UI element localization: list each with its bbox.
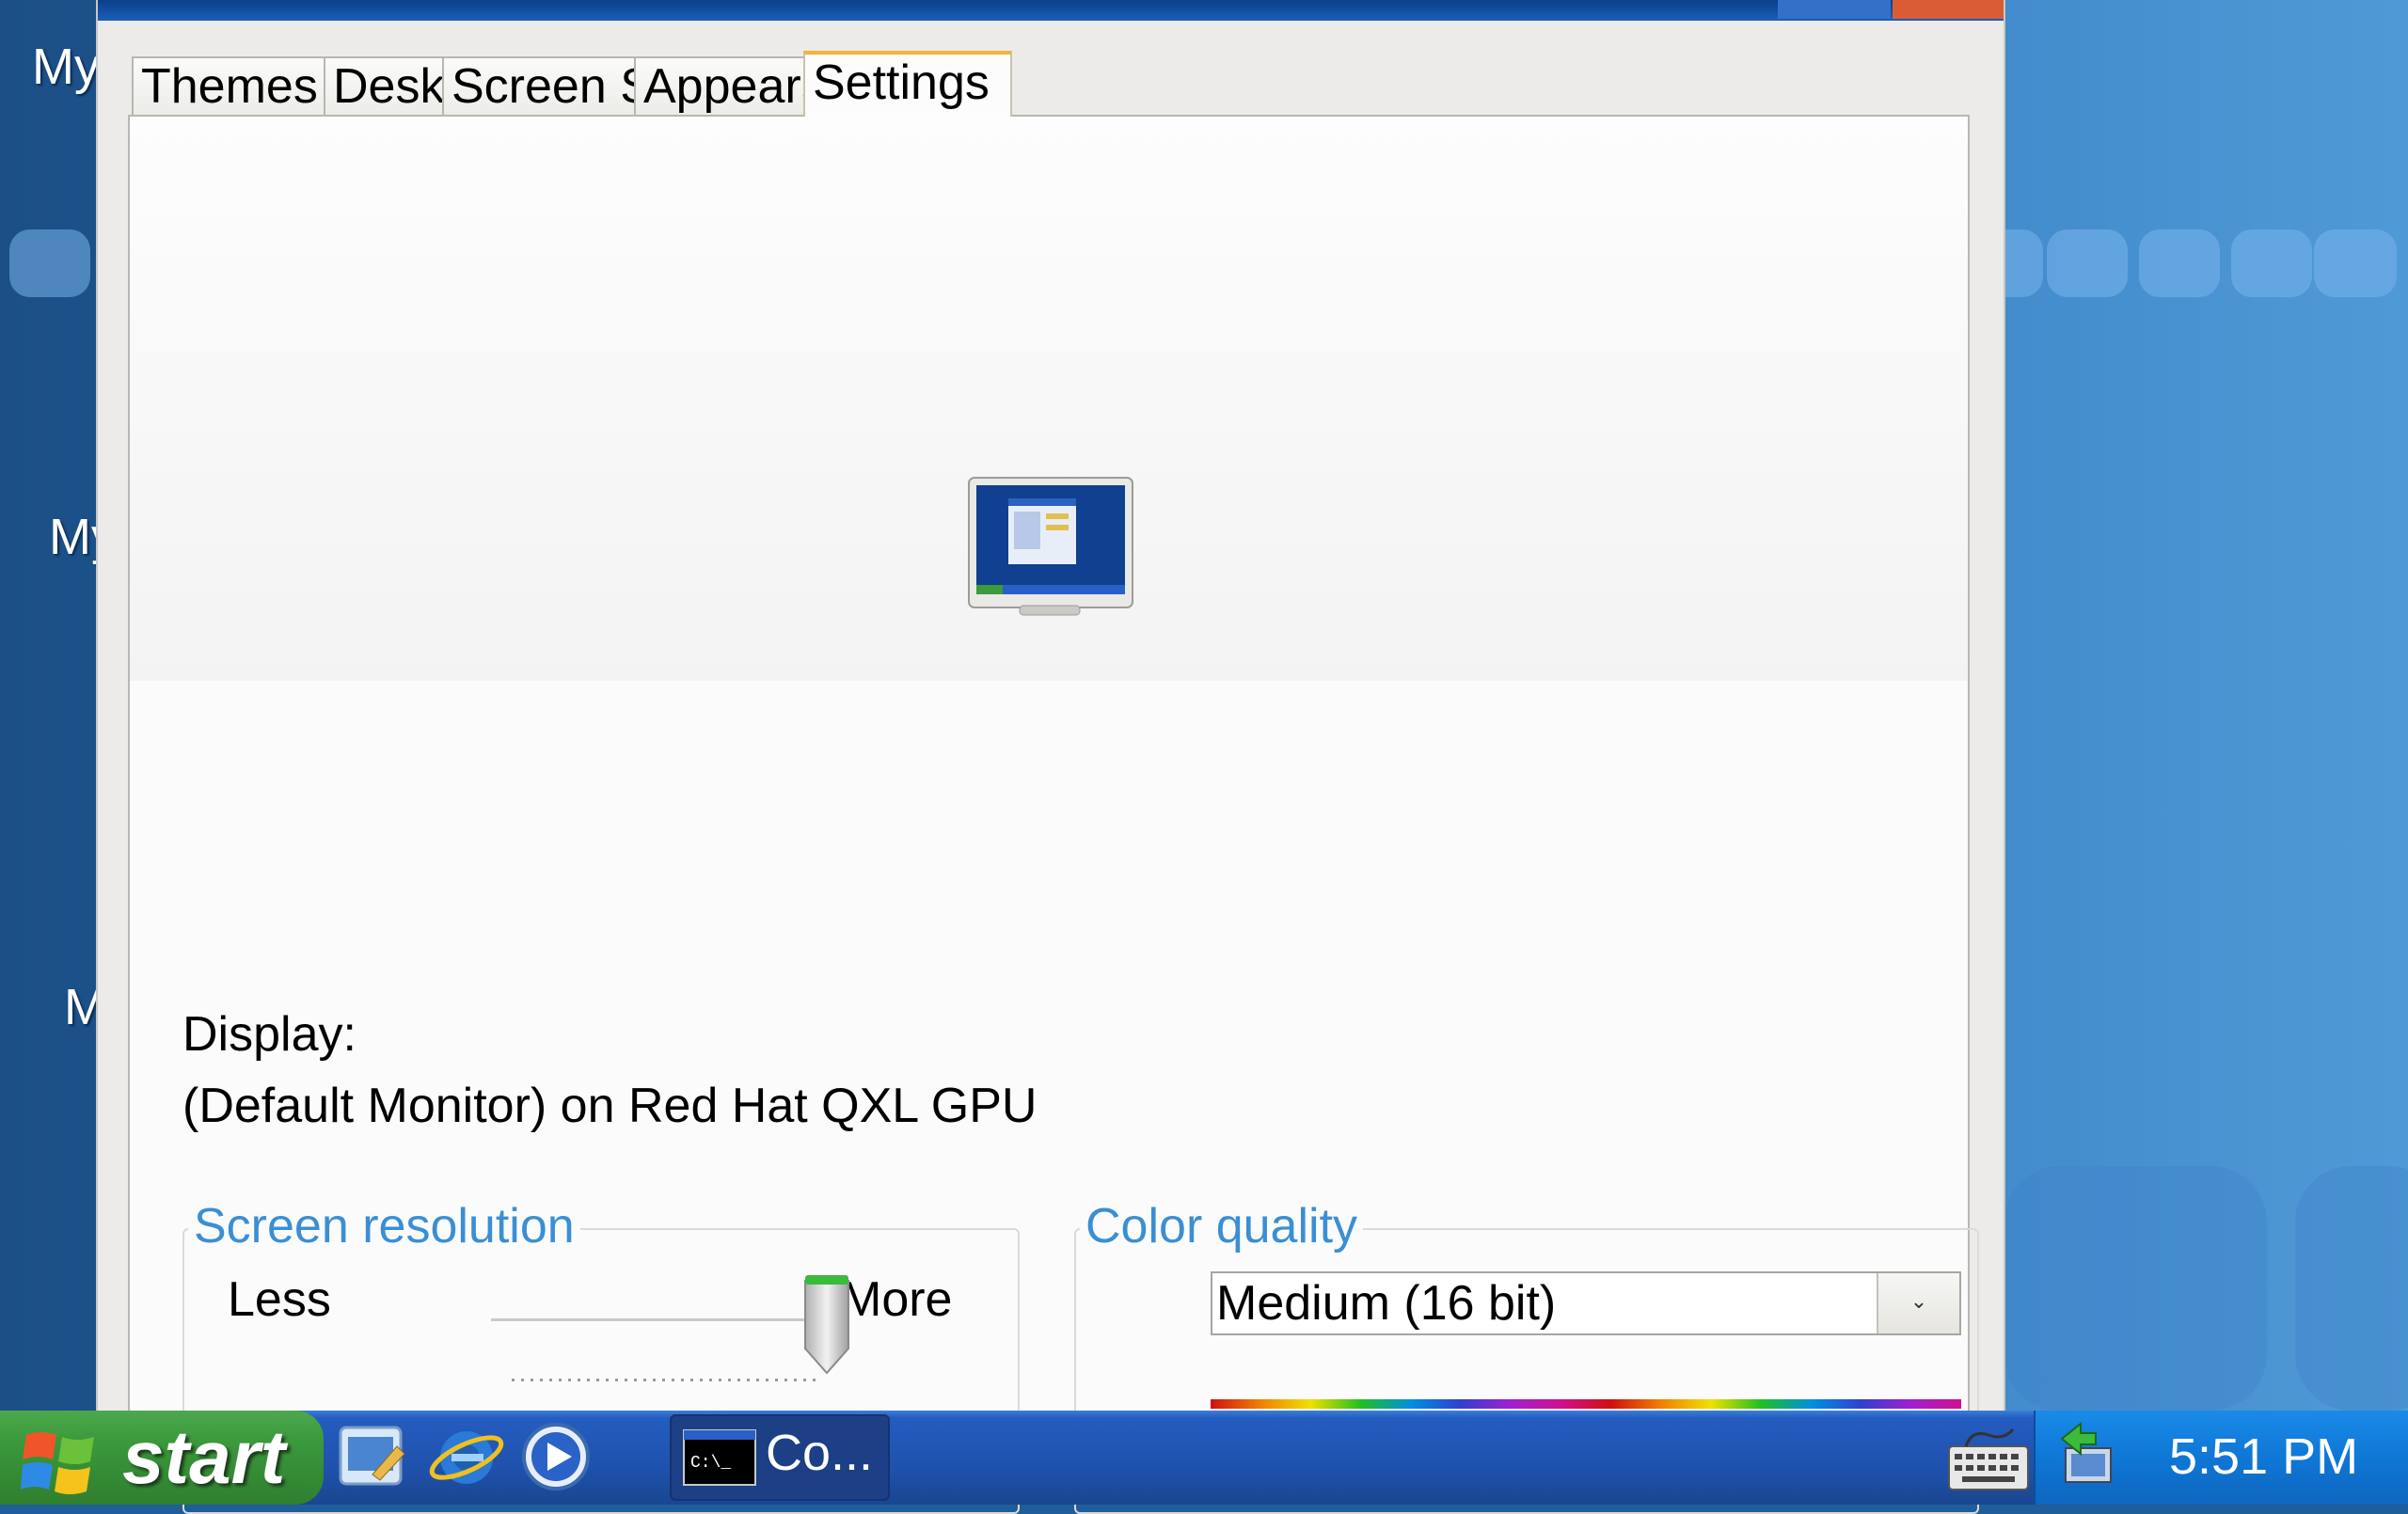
display-label: Display:: [182, 1007, 356, 1062]
desktop-decor: [2047, 229, 2128, 297]
network-icon[interactable]: [2052, 1420, 2122, 1495]
start-label: start: [122, 1415, 286, 1499]
color-quality-title: Color quality: [1080, 1198, 1364, 1254]
screen-resolution-title: Screen resolution: [188, 1198, 580, 1254]
tab-screen-saver[interactable]: Screen Saver: [442, 56, 748, 115]
desktop-decor: [2004, 1166, 2267, 1411]
desktop-decor: [2139, 229, 2220, 297]
keyboard-icon[interactable]: [1947, 1426, 2030, 1491]
desktop-icon-label[interactable]: My: [32, 38, 100, 96]
display-value: (Default Monitor) on Red Hat QXL GPU: [182, 1079, 1038, 1133]
resolution-slider-track[interactable]: [491, 1318, 811, 1321]
clock[interactable]: 5:51 PM: [2169, 1427, 2358, 1486]
svg-text:C:\_: C:\_: [690, 1454, 731, 1473]
chevron-down-icon[interactable]: ⌄: [1877, 1273, 1959, 1333]
start-button[interactable]: start: [0, 1411, 324, 1505]
settings-panel: Display: (Default Monitor) on Red Hat QX…: [128, 115, 1979, 1514]
internet-explorer-icon[interactable]: [427, 1418, 504, 1495]
tab-settings[interactable]: Settings: [803, 51, 1012, 117]
task-button-label: Co...: [766, 1425, 874, 1481]
tab-themes[interactable]: Themes: [132, 56, 325, 115]
desktop-decor: [2314, 229, 2397, 297]
window-titlebar[interactable]: [98, 0, 2004, 21]
media-player-icon[interactable]: [517, 1418, 594, 1495]
resolution-more-label: More: [841, 1272, 953, 1327]
windows-logo-icon: [21, 1432, 94, 1494]
color-quality-select[interactable]: Medium (16 bit) ⌄: [1211, 1271, 1961, 1335]
taskbar: start C:\_ Co... 5:51 PM: [0, 1411, 2408, 1505]
color-quality-value: Medium (16 bit): [1216, 1276, 1557, 1331]
maximize-button[interactable]: [1778, 0, 1891, 19]
task-button-command-prompt[interactable]: C:\_ Co...: [670, 1414, 890, 1501]
display-properties-window: Themes Desktop Screen Saver Appearance S…: [96, 0, 2005, 1514]
resolution-less-label: Less: [228, 1272, 331, 1327]
tab-desktop[interactable]: Desktop: [324, 56, 513, 115]
color-spectrum-bar: [1211, 1399, 1961, 1409]
desktop-decor: [9, 229, 90, 297]
resolution-slider-thumb[interactable]: [801, 1273, 852, 1377]
desktop-decor: [2231, 229, 2312, 297]
show-desktop-icon[interactable]: [335, 1418, 412, 1495]
close-button[interactable]: [1893, 0, 2004, 19]
monitor-icon[interactable]: [967, 476, 1136, 617]
command-prompt-icon: C:\_: [683, 1429, 756, 1486]
desktop-decor: [2295, 1166, 2408, 1411]
tab-appearance[interactable]: Appearance: [634, 56, 907, 115]
resolution-slider-ticks: [512, 1379, 822, 1381]
